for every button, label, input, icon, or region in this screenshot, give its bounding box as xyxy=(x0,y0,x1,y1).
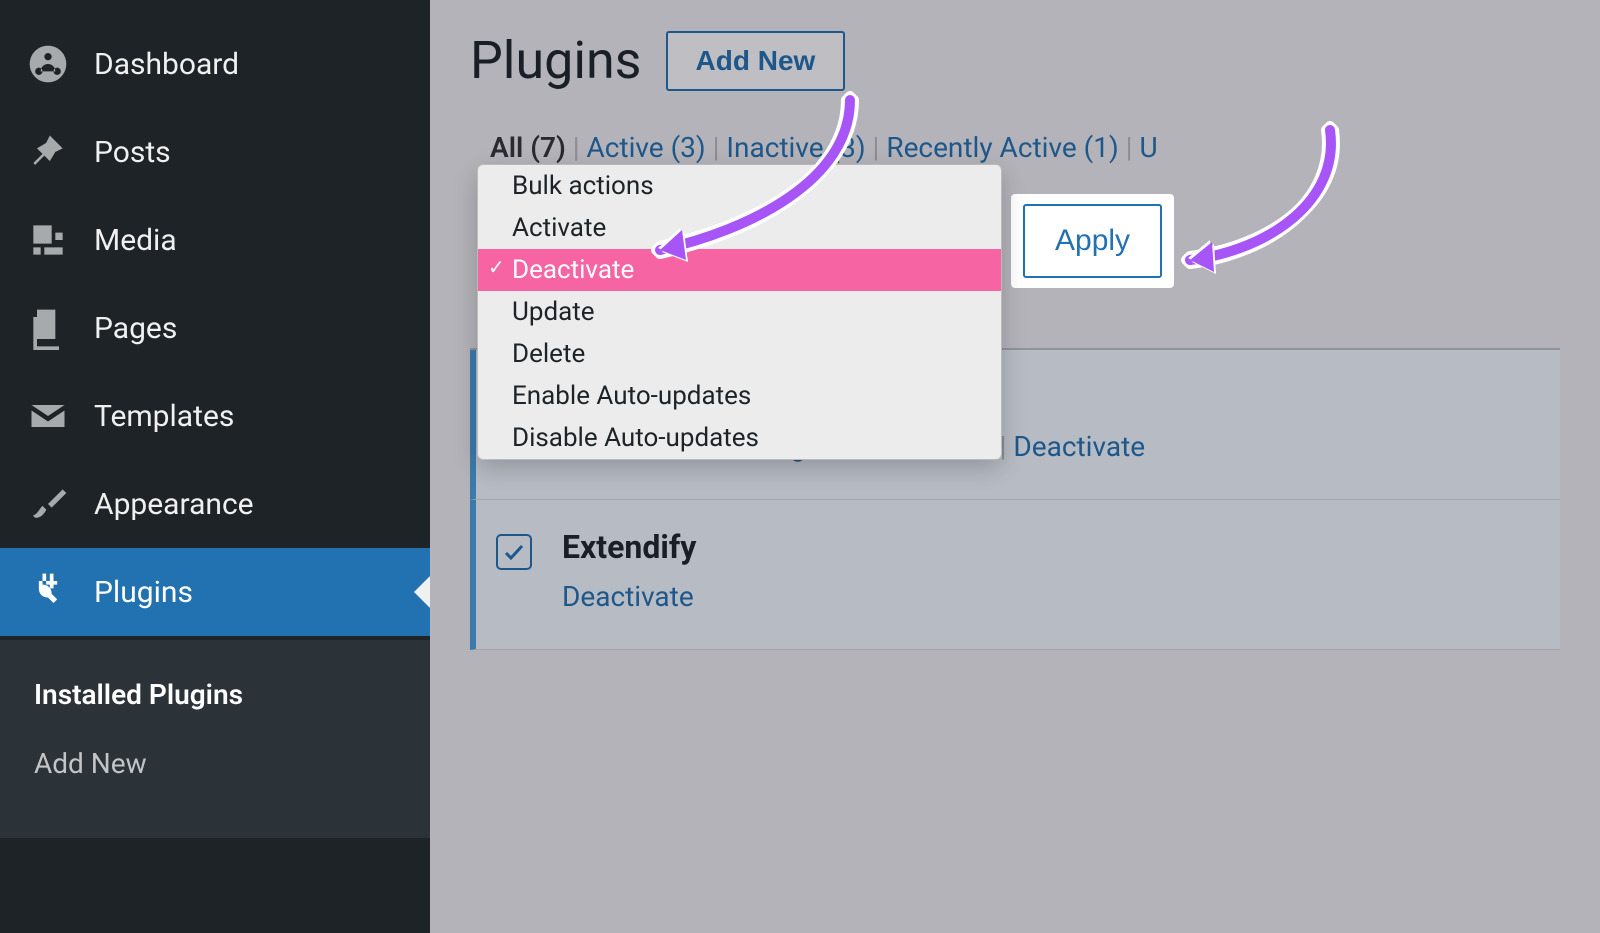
sidebar-item-templates[interactable]: Templates xyxy=(0,372,430,460)
sidebar-item-label: Templates xyxy=(94,399,234,434)
sidebar-submenu: Installed Plugins Add New xyxy=(0,640,430,838)
templates-icon xyxy=(26,394,70,438)
sidebar-item-label: Pages xyxy=(94,311,177,346)
plugin-row: Extendify Deactivate xyxy=(470,500,1560,650)
sidebar-sub-add-new[interactable]: Add New xyxy=(0,729,430,798)
page-title: Plugins xyxy=(470,30,642,91)
sidebar-item-label: Plugins xyxy=(94,575,193,610)
plugin-action-link[interactable]: Deactivate xyxy=(562,580,694,613)
sidebar-sub-installed-plugins[interactable]: Installed Plugins xyxy=(0,660,430,729)
plugin-action-link[interactable]: Deactivate xyxy=(1013,430,1145,463)
plugin-filters: All (7) | Active (3) | Inactive (3) | Re… xyxy=(470,131,1560,164)
sidebar-item-posts[interactable]: Posts xyxy=(0,108,430,196)
dropdown-option-activate[interactable]: Activate xyxy=(478,207,1001,249)
sidebar-item-pages[interactable]: Pages xyxy=(0,284,430,372)
dropdown-option-deactivate[interactable]: Deactivate xyxy=(478,249,1001,291)
sidebar-item-label: Appearance xyxy=(94,487,254,522)
filter-inactive[interactable]: Inactive (3) xyxy=(726,131,865,164)
dropdown-option-disable-auto-updates[interactable]: Disable Auto-updates xyxy=(478,417,1001,459)
media-icon xyxy=(26,218,70,262)
sidebar-item-label: Dashboard xyxy=(94,47,239,82)
main-content: Plugins Add New All (7) | Active (3) | I… xyxy=(430,0,1600,933)
add-new-button[interactable]: Add New xyxy=(666,31,846,91)
sidebar-item-appearance[interactable]: Appearance xyxy=(0,460,430,548)
filter-update[interactable]: U xyxy=(1139,131,1157,164)
brush-icon xyxy=(26,482,70,526)
pin-icon xyxy=(26,130,70,174)
sidebar-item-label: Media xyxy=(94,223,177,258)
plugin-actions: Deactivate xyxy=(562,580,696,613)
dashboard-icon xyxy=(26,42,70,86)
pages-icon xyxy=(26,306,70,350)
apply-button[interactable]: Apply xyxy=(1023,204,1162,278)
plugin-checkbox[interactable] xyxy=(496,534,532,570)
dropdown-option-enable-auto-updates[interactable]: Enable Auto-updates xyxy=(478,375,1001,417)
sidebar-item-dashboard[interactable]: Dashboard xyxy=(0,20,430,108)
sidebar-item-media[interactable]: Media xyxy=(0,196,430,284)
filter-active[interactable]: Active (3) xyxy=(587,131,706,164)
page-header: Plugins Add New xyxy=(470,30,1560,91)
plugin-name: Extendify xyxy=(562,528,696,566)
admin-sidebar: Dashboard Posts Media Pages Templates Ap… xyxy=(0,0,430,933)
plug-icon xyxy=(26,570,70,614)
sidebar-item-label: Posts xyxy=(94,135,171,170)
bulk-action-dropdown: Bulk actions Activate Deactivate Update … xyxy=(477,164,1002,460)
dropdown-option-update[interactable]: Update xyxy=(478,291,1001,333)
dropdown-option-bulk-actions[interactable]: Bulk actions xyxy=(478,165,1001,207)
filter-all[interactable]: All (7) xyxy=(490,131,566,164)
dropdown-option-delete[interactable]: Delete xyxy=(478,333,1001,375)
filter-recently-active[interactable]: Recently Active (1) xyxy=(886,131,1118,164)
sidebar-item-plugins[interactable]: Plugins xyxy=(0,548,430,636)
